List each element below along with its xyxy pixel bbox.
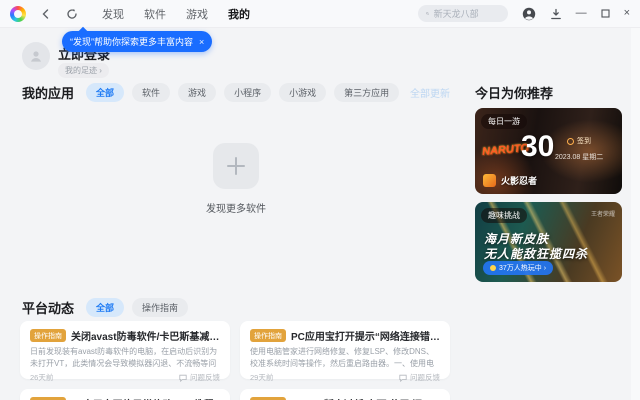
tooltip-text: “发现”帮助你探索更多丰富内容 xyxy=(70,37,193,47)
article-tag: 操作指南 xyxy=(250,329,286,342)
tooltip-close-icon[interactable]: × xyxy=(199,37,204,47)
article-title: 关闭avast防毒软件/卡巴斯基减少卡顿现象 xyxy=(71,332,220,343)
platform-tab-all[interactable]: 全部 xyxy=(86,298,125,317)
players-icon xyxy=(490,265,496,271)
footprint-link[interactable]: 我的足迹 › xyxy=(58,63,109,78)
maximize-button[interactable] xyxy=(601,9,610,18)
article-card[interactable]: 操作指南 PC应用宝打开提示“网络连接错误” 使用电脑管家进行网络修复、修复LS… xyxy=(240,321,450,382)
checkin-icon xyxy=(567,137,574,145)
my-apps-header: 我的应用 全部 软件 游戏 小程序 小游戏 第三方应用 全部更新 xyxy=(22,83,450,102)
recommend-title: 今日为你推荐 xyxy=(475,86,554,101)
article-card[interactable]: 操作指南 关闭avast防毒软件/卡巴斯基减少卡顿现象 日前发现装有avast防… xyxy=(20,321,230,382)
nav-discover[interactable]: 发现 xyxy=(102,6,124,22)
apps-tab-miniprogram[interactable]: 小程序 xyxy=(224,83,272,102)
app-logo-icon[interactable] xyxy=(10,5,26,22)
search-box[interactable] xyxy=(417,5,508,22)
platform-tab-guide[interactable]: 操作指南 xyxy=(132,298,189,317)
feedback-link[interactable]: 问题反馈 xyxy=(399,372,440,383)
article-card[interactable]: 操作指南 opengl版本过低/卡死/花屏/闪退，升级显卡驱动… xyxy=(240,389,450,400)
discover-tooltip: “发现”帮助你探索更多丰富内容 × xyxy=(62,31,213,52)
close-button[interactable]: × xyxy=(624,8,630,19)
search-input[interactable] xyxy=(433,8,500,19)
apps-tab-all[interactable]: 全部 xyxy=(86,83,125,102)
refresh-icon[interactable] xyxy=(66,8,84,20)
nav-software[interactable]: 软件 xyxy=(144,6,166,22)
challenge-card[interactable]: 趣味挑战 王者荣耀 海月新皮肤 无人能敌狂揽四杀 37万人热玩中 › xyxy=(475,202,622,282)
article-title: PC应用宝打开提示“网络连接错误” xyxy=(291,332,440,343)
daily-checkin-badge: 签到 xyxy=(567,136,591,146)
apps-tab-minigames[interactable]: 小游戏 xyxy=(279,83,327,102)
chat-icon xyxy=(179,374,187,382)
challenge-stat-pill[interactable]: 37万人热玩中 › xyxy=(483,261,554,275)
article-body: 使用电脑管家进行网络修复、修复LSP、修改DNS、校准系统时间等操作，然后重启路… xyxy=(250,347,435,368)
chat-icon xyxy=(399,374,407,382)
main-content: 立即登录 我的足迹 › 我的应用 全部 软件 游戏 小程序 小游戏 第三方应用 … xyxy=(0,28,640,400)
article-body: 日前发现装有avast防毒软件的电脑，在启动后识别为未打开VT，此类情况会导致模… xyxy=(30,347,218,368)
platform-title: 平台动态 xyxy=(22,301,75,316)
game-watermark: 王者荣耀 xyxy=(590,212,615,218)
articles-grid: 操作指南 关闭avast防毒软件/卡巴斯基减少卡顿现象 日前发现装有avast防… xyxy=(20,321,450,400)
my-apps-title: 我的应用 xyxy=(22,86,75,101)
nav-games[interactable]: 游戏 xyxy=(186,6,208,22)
topbar-right: — × xyxy=(417,5,630,22)
article-card[interactable]: 操作指南 pc应用宝网络异常修改DNS教程 xyxy=(20,389,230,400)
avatar[interactable] xyxy=(22,42,50,70)
article-title: opengl版本过低/卡死/花屏/闪退，升级显卡驱动… xyxy=(291,396,440,400)
download-manager-icon[interactable] xyxy=(550,8,562,20)
search-icon xyxy=(425,12,429,15)
user-icon[interactable] xyxy=(522,7,536,21)
article-date: 29天前 xyxy=(250,373,274,382)
plus-icon xyxy=(227,157,245,175)
daily-game-tag: 每日一游 xyxy=(481,114,527,129)
platform-header: 平台动态 全部 操作指南 xyxy=(22,298,189,317)
nav-mine[interactable]: 我的 xyxy=(228,6,250,22)
topbar: 发现 软件 游戏 我的 — × xyxy=(0,0,640,28)
add-software-label: 发现更多软件 xyxy=(206,204,266,215)
daily-date: 2023.08 星期二 xyxy=(555,154,604,161)
app-window: 发现 软件 游戏 我的 — × “发现”帮助你探索更多丰富内容 × xyxy=(0,0,640,400)
daily-day-number: 30 xyxy=(521,130,555,163)
article-tag: 操作指南 xyxy=(30,329,66,342)
add-software-button[interactable] xyxy=(213,143,259,189)
challenge-line2: 无人能敌狂揽四杀 xyxy=(484,247,589,261)
article-date: 26天前 xyxy=(30,373,54,382)
article-title: pc应用宝网络异常修改DNS教程 xyxy=(71,396,214,400)
back-icon[interactable] xyxy=(40,8,58,20)
apps-tab-thirdparty[interactable]: 第三方应用 xyxy=(334,83,400,102)
game-icon xyxy=(483,174,496,187)
top-nav: 发现 软件 游戏 我的 xyxy=(102,6,250,22)
feedback-link[interactable]: 问题反馈 xyxy=(179,372,220,383)
minimize-button[interactable]: — xyxy=(576,8,587,19)
daily-game-card[interactable]: 每日一游 NARUTO 30 签到 2023.08 星期二 火影忍者 xyxy=(475,108,622,194)
challenge-tag: 趣味挑战 xyxy=(481,208,527,223)
scrollbar[interactable] xyxy=(631,28,640,400)
apps-tab-software[interactable]: 软件 xyxy=(132,83,171,102)
apps-tab-games[interactable]: 游戏 xyxy=(178,83,217,102)
update-all-button[interactable]: 全部更新 xyxy=(410,85,450,100)
daily-game-name: 火影忍者 xyxy=(483,174,537,187)
